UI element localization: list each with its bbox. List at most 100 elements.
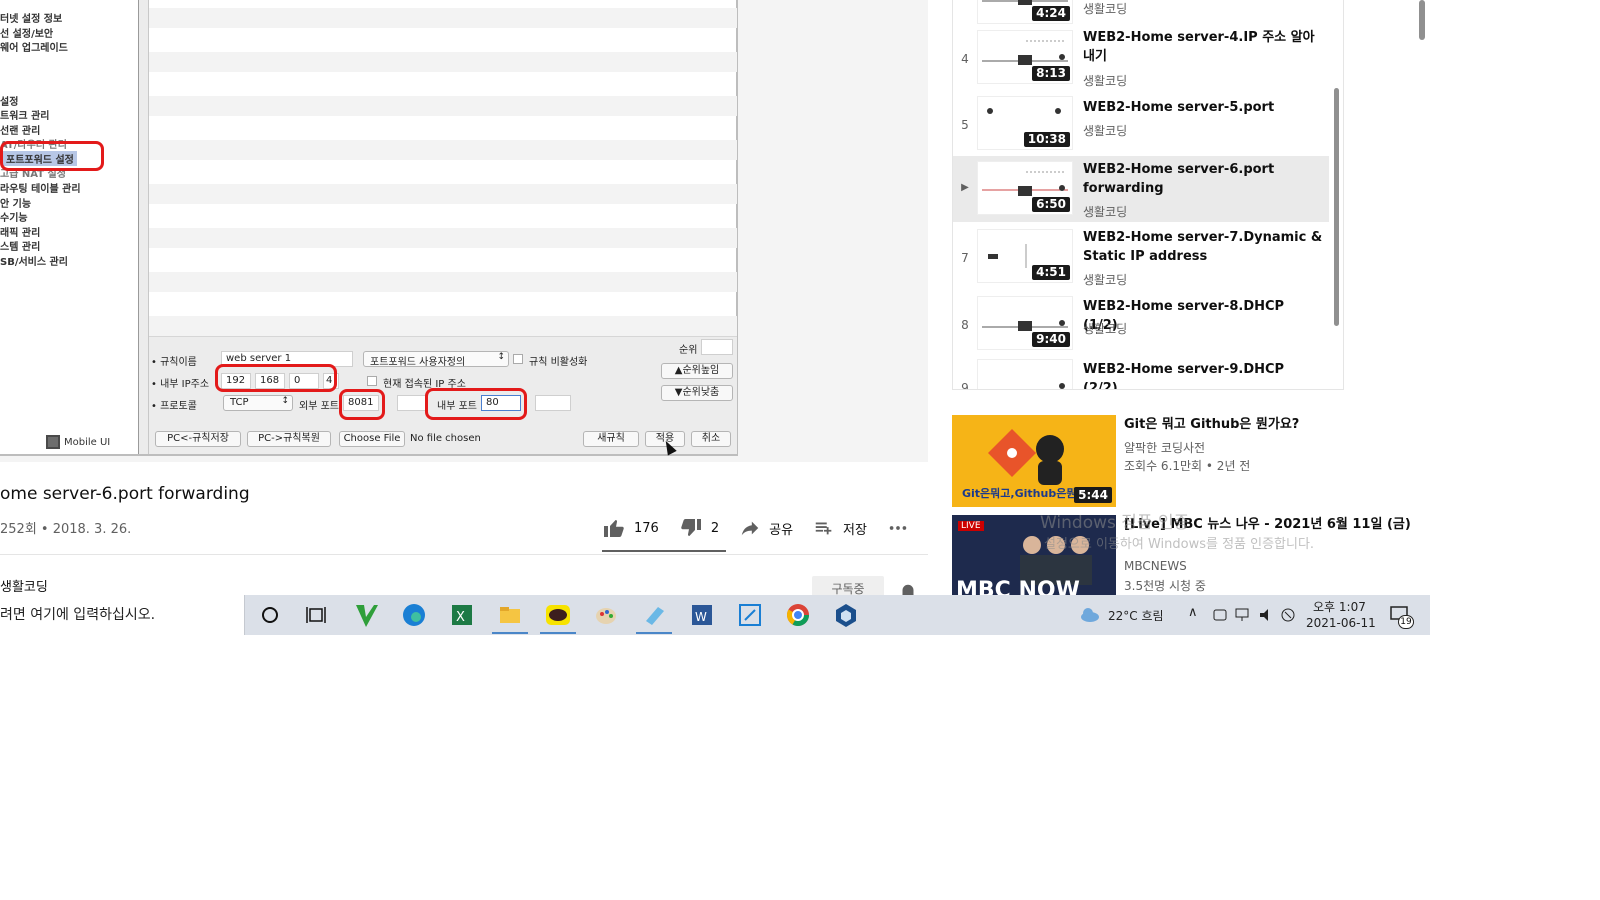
rule-list-row[interactable] (149, 316, 737, 336)
running-indicator (540, 632, 576, 634)
recommended-stats: 조회수 6.1만회 • 2년 전 (1124, 459, 1251, 473)
dislike-count: 2 (710, 520, 720, 536)
save-button[interactable]: 저장 (813, 517, 867, 539)
highlight-ring (0, 141, 104, 171)
clock-date[interactable]: 2021-06-11 (1306, 616, 1376, 630)
rule-list-row[interactable] (149, 228, 737, 248)
kakaotalk-icon[interactable] (544, 601, 572, 629)
task-view-icon[interactable] (302, 601, 330, 629)
router-menu-item[interactable]: 트워크 관리 (0, 107, 49, 122)
playlist-item[interactable]: 7 4:51 WEB2-Home server-7.Dynamic & Stat… (953, 225, 1329, 291)
playlist-item[interactable]: 9 WEB2-Home server-9.DHCP (2/2) (953, 355, 1329, 389)
disable-checkbox[interactable] (513, 354, 523, 364)
cancel-button[interactable]: 취소 (691, 431, 731, 447)
internal-port-end-field[interactable] (535, 395, 571, 411)
ime-icon[interactable] (1212, 607, 1228, 623)
vim-app-icon[interactable] (352, 601, 380, 629)
rule-name-label: • 규칙이름 (151, 357, 197, 368)
router-menu-item[interactable]: 수기능 (0, 209, 28, 224)
search-placeholder: 여기에 입력하십시오. (30, 607, 156, 623)
rule-list-row[interactable] (149, 272, 737, 292)
subscribe-button[interactable]: 구독중 (812, 576, 884, 596)
playlist-item-current[interactable]: ▶ 6:50 WEB2-Home server-6.port forwardin… (953, 156, 1329, 222)
playlist-channel: 생활코딩 (1083, 273, 1128, 287)
priority-down-button[interactable]: ▼순위낮춤 (661, 385, 733, 401)
mute-circle-icon[interactable] (1280, 607, 1296, 623)
cortana-icon[interactable] (256, 601, 284, 629)
word-icon[interactable]: W (688, 601, 716, 629)
file-explorer-icon[interactable] (496, 601, 524, 629)
clock-time[interactable]: 오후 1:07 (1313, 598, 1366, 615)
rule-list-row[interactable] (149, 8, 737, 28)
playlist-duration: 8:13 (1032, 66, 1070, 81)
taskbar-search-input[interactable]: 려면 여기에 입력하십시오. (0, 595, 245, 635)
chevron-up-icon[interactable]: ∧ (1188, 605, 1198, 620)
playlist-duration: 4:24 (1032, 6, 1070, 21)
volume-icon[interactable] (1258, 607, 1276, 623)
rule-list-row[interactable] (149, 96, 737, 116)
thumb-up-icon (604, 520, 624, 537)
dislike-button[interactable]: 2 (679, 516, 719, 540)
notification-bell-icon[interactable] (897, 582, 919, 596)
edge-browser-icon[interactable] (400, 601, 428, 629)
playlist-title: WEB2-Home server-6.port forwarding (1083, 162, 1275, 196)
video-actions: 176 2 공유 저장 (602, 510, 929, 546)
rule-list-row[interactable] (149, 184, 737, 204)
router-menu-item[interactable]: 안 기능 (0, 195, 31, 210)
playlist-item[interactable]: 8 9:40 WEB2-Home server-8.DHCP (1/2) 생활코… (953, 292, 1329, 358)
choose-file-button[interactable]: Choose File (339, 431, 405, 447)
current-ip-checkbox[interactable] (367, 376, 377, 386)
network-icon[interactable] (1234, 607, 1252, 623)
video-player[interactable]: 터넷 설정 정보 선 설정/보안 웨어 업그레이드 설정 트워크 관리 선랜 관… (0, 0, 928, 462)
protocol-label: • 프로토콜 (151, 401, 197, 412)
router-menu-item[interactable]: SB/서비스 관리 (0, 253, 68, 268)
pc-save-button[interactable]: PC<-규칙저장 (155, 431, 241, 447)
highlight-ring (425, 388, 527, 420)
action-center-button[interactable]: 19 (1388, 603, 1414, 629)
router-menu-item[interactable]: 스템 관리 (0, 238, 40, 253)
divider (0, 554, 928, 555)
router-menu-item[interactable]: 선랜 관리 (0, 122, 40, 137)
pc-restore-button[interactable]: PC->규칙복원 (247, 431, 331, 447)
share-button[interactable]: 공유 (739, 517, 793, 539)
playlist-item-index: 4 (961, 52, 969, 66)
weather-text[interactable]: 22°C 흐림 (1108, 607, 1164, 624)
chrome-icon[interactable] (784, 601, 812, 629)
playlist-item[interactable]: 5 10:38 WEB2-Home server-5.port 생활코딩 (953, 92, 1329, 158)
paint-icon[interactable] (592, 601, 620, 629)
more-actions-button[interactable] (887, 517, 909, 539)
priority-field[interactable] (701, 339, 733, 355)
playlist-thumbnail: 9:40 (977, 296, 1073, 350)
rule-list-row[interactable] (149, 140, 737, 160)
router-admin-window: 터넷 설정 정보 선 설정/보안 웨어 업그레이드 설정 트워크 관리 선랜 관… (0, 0, 738, 456)
playlist-channel: 생활코딩 (1083, 205, 1128, 219)
router-menu-item[interactable]: 선 설정/보안 (0, 25, 53, 40)
new-rule-button[interactable]: 새규칙 (583, 431, 639, 447)
like-button[interactable]: 176 (602, 516, 659, 540)
rule-type-select[interactable]: 포트포워드 사용자정의 (363, 351, 509, 368)
playlist-scrollbar[interactable] (1334, 88, 1339, 326)
excel-icon[interactable]: X (448, 601, 476, 629)
router-menu-item[interactable]: 라우팅 테이블 관리 (0, 180, 81, 195)
channel-name[interactable]: 생활코딩 (0, 576, 48, 595)
more-horizontal-icon (889, 526, 907, 530)
rule-list-row[interactable] (149, 52, 737, 72)
virtualbox-icon[interactable] (832, 601, 860, 629)
router-menu-item[interactable]: 웨어 업그레이드 (0, 39, 68, 54)
router-menu-item[interactable]: 래픽 관리 (0, 224, 40, 239)
playlist-title: WEB2-Home server-7.Dynamic & Static IP a… (1083, 230, 1323, 264)
recommended-channel: 얄팍한 코딩사전 (1124, 441, 1206, 455)
internal-ip-label: • 내부 IP주소 (151, 379, 210, 390)
router-menu-item[interactable]: 설정 (0, 93, 18, 108)
recommended-video[interactable]: Git은뭐고,Github은뭔 5:44 Git은 뭐고 Github은 뭔가요… (952, 415, 1422, 507)
notepad-icon[interactable] (640, 601, 668, 629)
page-scrollbar[interactable] (1419, 0, 1425, 40)
sticky-notes-icon[interactable] (736, 601, 764, 629)
priority-up-button[interactable]: ▲순위높임 (661, 363, 733, 379)
playlist-item[interactable]: 4 8:13 WEB2-Home server-4.IP 주소 알아내기 생활코… (953, 26, 1329, 92)
external-port-end-field[interactable] (397, 395, 427, 411)
protocol-select[interactable]: TCP (223, 395, 293, 411)
save-label: 저장 (843, 522, 867, 538)
router-menu-item[interactable]: 터넷 설정 정보 (0, 10, 62, 25)
mobile-ui-link[interactable]: Mobile UI (46, 435, 110, 449)
